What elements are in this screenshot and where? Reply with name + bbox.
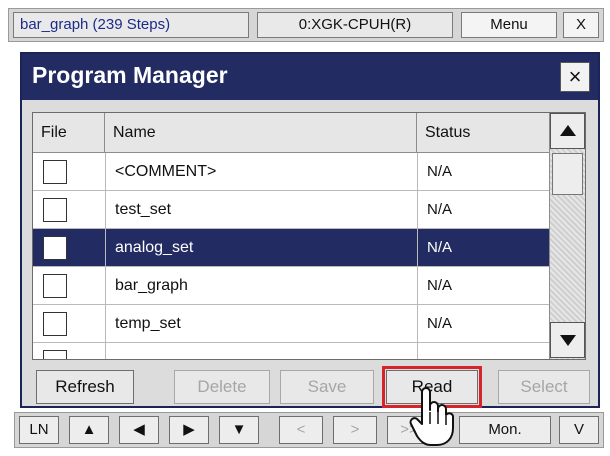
row-status: N/A xyxy=(427,315,453,332)
file-checkbox[interactable] xyxy=(43,274,67,298)
ln-button[interactable]: LN xyxy=(19,416,59,444)
table-row[interactable]: <COMMENT> N/A xyxy=(33,153,549,191)
row-name: test_set xyxy=(115,201,172,218)
table-header: File Name Status xyxy=(33,113,549,153)
file-checkbox[interactable] xyxy=(43,198,67,222)
top-close-button[interactable]: X xyxy=(563,12,599,38)
row-status: N/A xyxy=(427,201,453,218)
top-status-bar: bar_graph (239 Steps) 0:XGK-CPUH(R) Menu… xyxy=(8,8,604,42)
monitor-button[interactable]: Mon. xyxy=(459,416,551,444)
row-name: temp_set xyxy=(115,315,181,332)
table-row[interactable]: temp_set N/A xyxy=(33,305,549,343)
file-checkbox[interactable] xyxy=(43,160,67,184)
column-header-name[interactable]: Name xyxy=(105,113,417,153)
file-checkbox[interactable] xyxy=(43,312,67,336)
left-arrow-button[interactable]: ◀ xyxy=(119,416,159,444)
file-checkbox[interactable] xyxy=(43,350,67,359)
bottom-toolbar: LN ▲ ◀ ▶ ▼ < > >> Mon. V xyxy=(14,412,604,448)
table-row-selected[interactable]: analog_set N/A xyxy=(33,229,549,267)
vertical-scrollbar[interactable] xyxy=(549,113,585,359)
row-name: bar_graph xyxy=(115,277,188,294)
program-name-indicator[interactable]: bar_graph (239 Steps) xyxy=(13,12,249,38)
right-arrow-button[interactable]: ▶ xyxy=(169,416,209,444)
select-button[interactable]: Select xyxy=(498,370,590,404)
scroll-down-button[interactable] xyxy=(550,322,585,358)
next-button[interactable]: > xyxy=(333,416,377,444)
scroll-up-button[interactable] xyxy=(550,113,585,149)
row-status: N/A xyxy=(427,239,453,256)
scroll-thumb[interactable] xyxy=(552,153,583,195)
up-arrow-button[interactable]: ▲ xyxy=(69,416,109,444)
column-header-status[interactable]: Status xyxy=(417,113,549,153)
table-row[interactable]: test_set N/A xyxy=(33,191,549,229)
row-status: N/A xyxy=(427,163,453,180)
row-name: analog_set xyxy=(115,239,194,256)
dialog-close-button[interactable]: × xyxy=(560,62,590,92)
program-table: File Name Status <COMMENT> N/A test_set … xyxy=(32,112,586,360)
file-checkbox[interactable] xyxy=(43,236,67,260)
program-manager-dialog: Program Manager × File Name Status <COMM… xyxy=(20,52,600,408)
dialog-title: Program Manager xyxy=(32,62,228,88)
triangle-down-icon xyxy=(560,335,576,346)
save-button[interactable]: Save xyxy=(280,370,374,404)
prev-button[interactable]: < xyxy=(279,416,323,444)
table-row-partial[interactable] xyxy=(33,343,549,359)
menu-button[interactable]: Menu xyxy=(461,12,557,38)
v-button[interactable]: V xyxy=(559,416,599,444)
row-name: <COMMENT> xyxy=(115,163,217,180)
delete-button[interactable]: Delete xyxy=(174,370,270,404)
triangle-up-icon xyxy=(560,125,576,136)
table-row[interactable]: bar_graph N/A xyxy=(33,267,549,305)
refresh-button[interactable]: Refresh xyxy=(36,370,134,404)
dialog-title-bar: Program Manager × xyxy=(22,54,598,100)
column-header-file[interactable]: File xyxy=(33,113,105,153)
row-status: N/A xyxy=(427,277,453,294)
cpu-indicator[interactable]: 0:XGK-CPUH(R) xyxy=(257,12,453,38)
hand-pointer-icon xyxy=(409,387,454,446)
down-arrow-button[interactable]: ▼ xyxy=(219,416,259,444)
